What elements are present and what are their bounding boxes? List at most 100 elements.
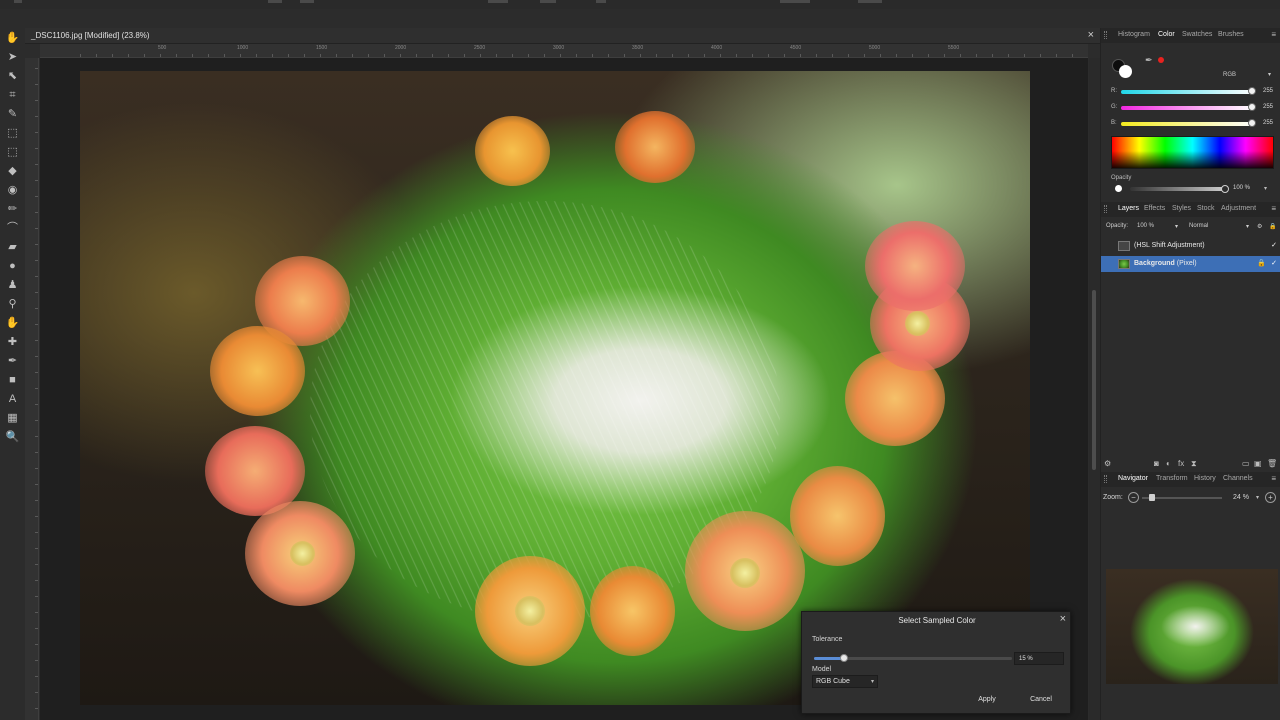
layer-opacity-value[interactable]: 100 %	[1137, 223, 1154, 229]
color-mode-select[interactable]: RGB ▾	[1219, 71, 1271, 81]
pen-tool-icon[interactable]: ✒	[6, 355, 19, 368]
toolbar-mark[interactable]	[858, 0, 882, 3]
panel-menu-icon[interactable]: ≡	[1271, 474, 1276, 483]
eyedropper-icon[interactable]: ✒	[1145, 55, 1153, 66]
cancel-button[interactable]: Cancel	[1016, 694, 1066, 707]
dodge-tool-icon[interactable]: ⚲	[6, 298, 19, 311]
slider-track-blue[interactable]	[1121, 122, 1253, 126]
lock-icon[interactable]: 🔒	[1257, 259, 1266, 267]
tolerance-input[interactable]: 15 %	[1014, 652, 1064, 665]
panel-menu-icon[interactable]: ≡	[1271, 204, 1276, 213]
toolbar-mark[interactable]	[14, 0, 22, 3]
close-icon[interactable]: ×	[1088, 29, 1094, 41]
crop-tool-icon[interactable]: ⌗	[6, 89, 19, 102]
model-select[interactable]: RGB Cube ▾	[812, 675, 878, 688]
slider-knob[interactable]	[1248, 103, 1256, 111]
slider-value[interactable]: 255	[1257, 104, 1273, 110]
text-tool-icon[interactable]: A	[6, 393, 19, 406]
tab-effects[interactable]: Effects	[1144, 205, 1165, 212]
document-tab[interactable]: _DSC1106.jpg [Modified] (23.8%) ×	[25, 28, 1100, 44]
shape-tool-icon[interactable]: ■	[6, 374, 19, 387]
zoom-value[interactable]: 24 %	[1233, 494, 1249, 501]
panel-menu-icon[interactable]: ≡	[1271, 30, 1276, 39]
toolbar-mark[interactable]	[780, 0, 810, 3]
tab-color[interactable]: Color	[1158, 31, 1175, 38]
gear-icon[interactable]: ⚙	[1104, 459, 1111, 468]
tab-layers[interactable]: Layers	[1118, 205, 1139, 212]
node-tool-icon[interactable]: ⬉	[6, 70, 19, 83]
group-icon[interactable]: ▭	[1242, 459, 1250, 468]
healing-tool-icon[interactable]: ✚	[6, 336, 19, 349]
panel-grip-icon[interactable]	[1104, 475, 1107, 483]
brush-tool-icon[interactable]: ✎	[6, 108, 19, 121]
tab-navigator[interactable]: Navigator	[1118, 475, 1148, 482]
live-filter-icon[interactable]: ⧗	[1191, 459, 1197, 469]
panel-grip-icon[interactable]	[1104, 205, 1107, 213]
tab-histogram[interactable]: Histogram	[1118, 31, 1150, 38]
chevron-down-icon[interactable]: ▾	[1256, 494, 1259, 501]
mesh-tool-icon[interactable]: ▦	[6, 412, 19, 425]
navigator-preview[interactable]	[1106, 569, 1278, 684]
fx-icon[interactable]: fx	[1178, 459, 1184, 468]
layer-row[interactable]: Background (Pixel) 🔒 ✓	[1101, 256, 1280, 272]
marquee-tool-icon[interactable]: ⬚	[6, 127, 19, 140]
zoom-in-icon[interactable]: +	[1265, 492, 1276, 503]
toolbar-mark[interactable]	[540, 0, 556, 3]
vertical-scrollbar[interactable]	[1089, 58, 1100, 720]
slider-knob[interactable]	[1248, 87, 1256, 95]
lock-icon[interactable]: 🔒	[1269, 223, 1276, 230]
tab-styles[interactable]: Styles	[1172, 205, 1191, 212]
visibility-check-icon[interactable]: ✓	[1271, 259, 1277, 267]
tab-swatches[interactable]: Swatches	[1182, 31, 1212, 38]
slider-track-red[interactable]	[1121, 90, 1253, 94]
opacity-slider[interactable]	[1130, 187, 1226, 191]
blend-mode-select[interactable]: Normal	[1189, 223, 1208, 229]
tab-channels[interactable]: Channels	[1223, 475, 1253, 482]
fill-tool-icon[interactable]: ◆	[6, 165, 19, 178]
layer-row[interactable]: (HSL Shift Adjustment) ✓	[1101, 238, 1280, 254]
picked-color-swatch[interactable]	[1158, 57, 1164, 63]
slider-value[interactable]: 255	[1257, 120, 1273, 126]
chevron-down-icon[interactable]: ▾	[1175, 223, 1178, 230]
tab-history[interactable]: History	[1194, 475, 1216, 482]
zoom-out-icon[interactable]: −	[1128, 492, 1139, 503]
chevron-down-icon[interactable]: ▾	[1264, 185, 1267, 192]
tolerance-slider-knob[interactable]	[840, 654, 848, 662]
tab-transform[interactable]: Transform	[1156, 475, 1188, 482]
view-tool-icon[interactable]: ✋	[6, 32, 20, 45]
slider-red[interactable]: R: 255	[1111, 87, 1276, 97]
color-picker-icon[interactable]: ◉	[6, 184, 19, 197]
smudge-tool-icon[interactable]: ✋	[6, 317, 20, 330]
adjustment-icon[interactable]: ◐	[1166, 459, 1171, 468]
slider-blue[interactable]: B: 255	[1111, 119, 1276, 129]
mask-icon[interactable]: ◙	[1154, 459, 1159, 468]
zoom-tool-icon[interactable]: 🔍	[6, 431, 20, 444]
slider-track-green[interactable]	[1121, 106, 1253, 110]
toolbar-mark[interactable]	[268, 0, 282, 3]
blur-tool-icon[interactable]: ●	[6, 260, 19, 273]
eraser-tool-icon[interactable]: ▰	[6, 241, 19, 254]
clone-tool-icon[interactable]: ♟	[6, 279, 19, 292]
panel-grip-icon[interactable]	[1104, 31, 1107, 39]
slider-knob[interactable]	[1248, 119, 1256, 127]
slider-value[interactable]: 255	[1257, 88, 1273, 94]
paint-brush-icon[interactable]: ✏	[6, 203, 19, 216]
add-layer-icon[interactable]: ▣	[1254, 459, 1262, 468]
move-tool-icon[interactable]: ➤	[6, 51, 19, 64]
flood-select-icon[interactable]: ⬚	[6, 146, 19, 159]
close-icon[interactable]: ×	[1060, 613, 1066, 625]
toolbar-mark[interactable]	[488, 0, 508, 3]
visibility-check-icon[interactable]: ✓	[1271, 241, 1277, 249]
opacity-knob[interactable]	[1221, 185, 1229, 193]
selection-brush-icon[interactable]: ⌒	[6, 222, 19, 235]
tab-stock[interactable]: Stock	[1197, 205, 1215, 212]
zoom-slider-knob[interactable]	[1149, 494, 1155, 501]
background-color-swatch[interactable]	[1119, 65, 1132, 78]
trash-icon[interactable]: 🗑	[1267, 459, 1277, 468]
toolbar-mark[interactable]	[300, 0, 314, 3]
scrollbar-thumb[interactable]	[1092, 290, 1096, 470]
tab-brushes[interactable]: Brushes	[1218, 31, 1244, 38]
toolbar-mark[interactable]	[596, 0, 606, 3]
apply-button[interactable]: Apply	[962, 694, 1012, 707]
slider-green[interactable]: G: 255	[1111, 103, 1276, 113]
